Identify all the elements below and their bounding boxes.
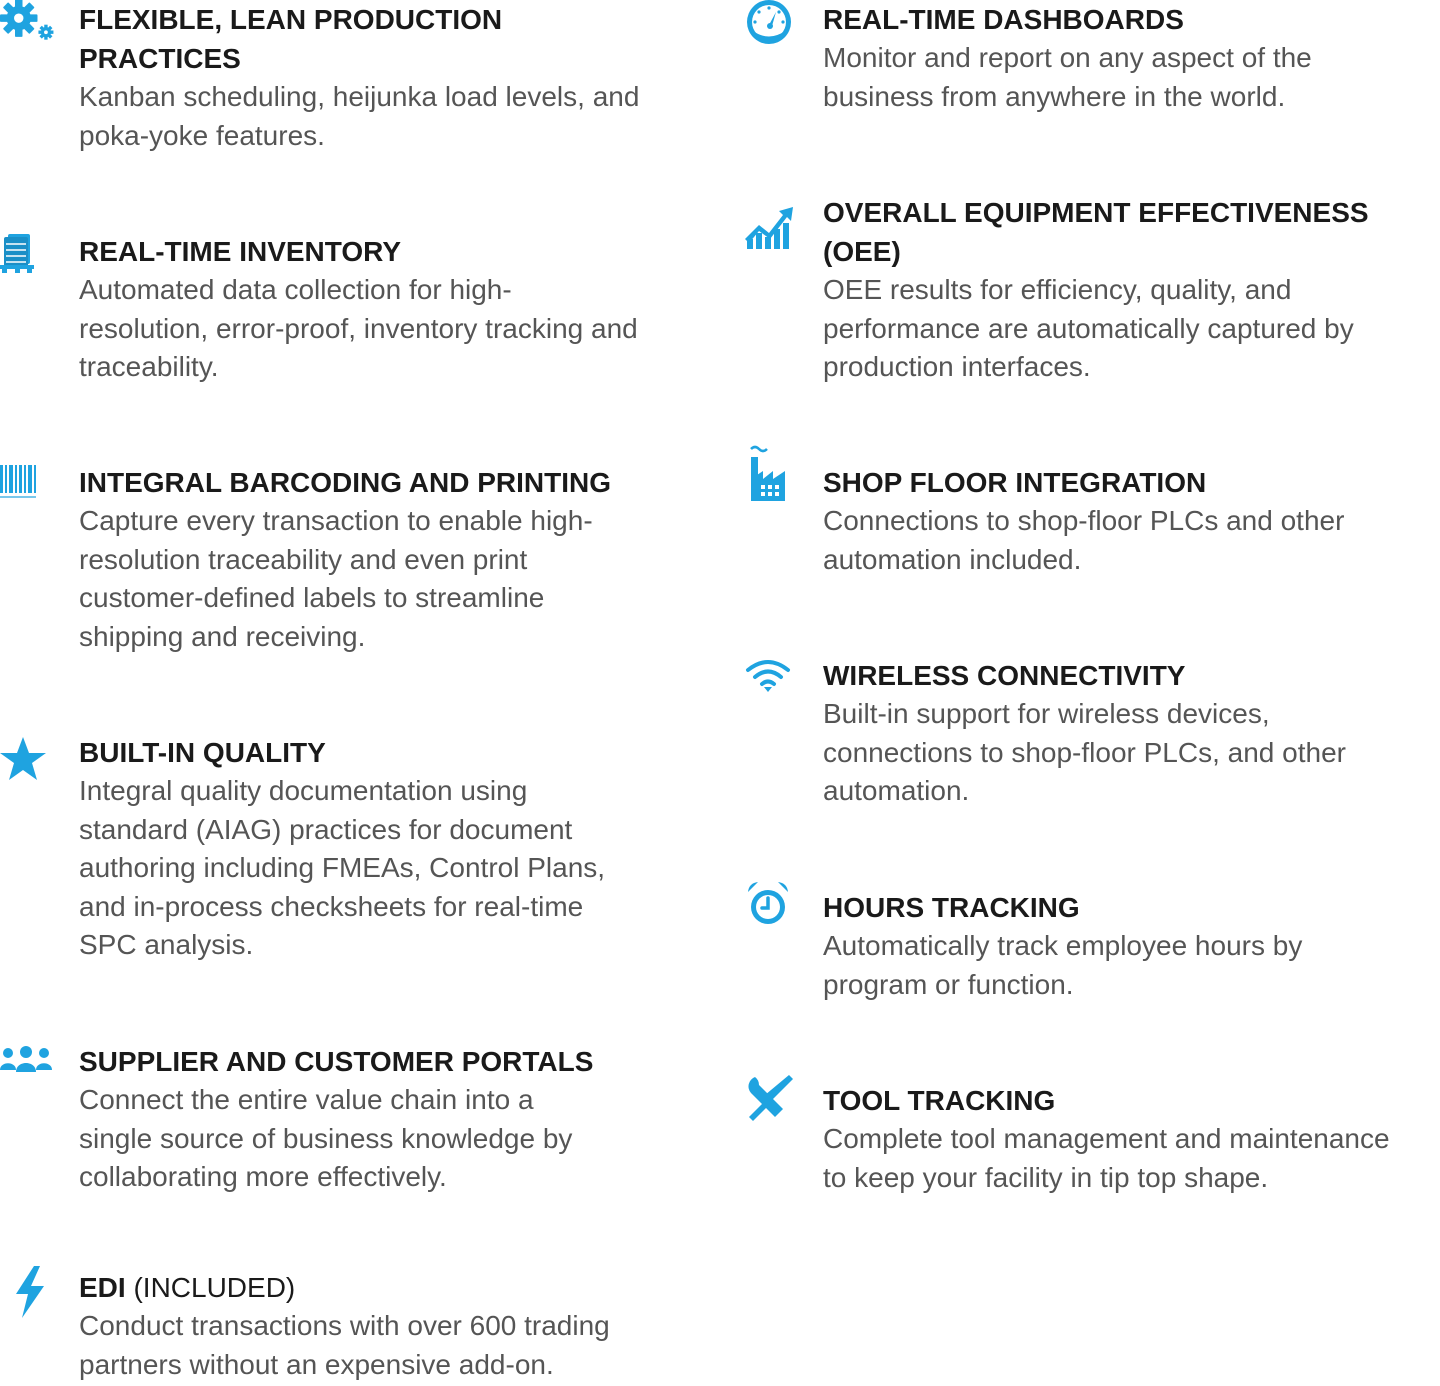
factory-icon: [745, 445, 805, 501]
feature-description: Connect the entire value chain into a si…: [79, 1084, 573, 1192]
feature-title: FLEXIBLE, LEAN PRODUCTION PRACTICES: [79, 4, 503, 74]
feature-description: Monitor and report on any aspect of the …: [823, 42, 1312, 112]
feature-title: REAL-TIME INVENTORY: [79, 236, 402, 267]
feature-description: Built-in support for wireless devices, c…: [823, 698, 1346, 806]
feature-description: OEE results for efficiency, quality, and…: [823, 274, 1354, 382]
feature-description: Complete tool management and maintenance…: [823, 1123, 1390, 1193]
tools-icon: [745, 1073, 805, 1121]
gauge-icon: [745, 0, 805, 44]
gears-icon: [0, 0, 60, 40]
alarm-clock-icon: [745, 880, 805, 924]
lightning-icon: [12, 1266, 72, 1318]
trend-chart-icon: [745, 205, 805, 249]
feature-title: EDI (INCLUDED): [79, 1272, 296, 1303]
people-icon: [0, 1046, 60, 1086]
feature-title: OVERALL EQUIPMENT EFFECTIVENESS (OEE): [823, 197, 1369, 267]
star-icon: [0, 737, 60, 780]
feature-title: INTEGRAL BARCODING AND PRINTING: [79, 467, 611, 498]
feature-description: Kanban scheduling, heijunka load levels,…: [79, 81, 640, 151]
feature-title: SUPPLIER AND CUSTOMER PORTALS: [79, 1046, 594, 1077]
barcode-icon: [0, 465, 60, 505]
feature-description: Conduct transactions with over 600 tradi…: [79, 1310, 610, 1380]
feature-description: Automated data collection for high- reso…: [79, 274, 638, 382]
wifi-icon: [745, 658, 805, 698]
inventory-pallet-icon: [0, 234, 60, 274]
feature-title: HOURS TRACKING: [823, 892, 1080, 923]
feature-description: Automatically track employee hours by pr…: [823, 930, 1303, 1000]
feature-title: TOOL TRACKING: [823, 1085, 1056, 1116]
feature-title: BUILT-IN QUALITY: [79, 737, 326, 768]
feature-description: Integral quality documentation using sta…: [79, 775, 606, 960]
feature-title: WIRELESS CONNECTIVITY: [823, 660, 1186, 691]
feature-description: Connections to shop-floor PLCs and other…: [823, 505, 1345, 575]
feature-description: Capture every transaction to enable high…: [79, 505, 593, 652]
feature-title: SHOP FLOOR INTEGRATION: [823, 467, 1207, 498]
feature-title: REAL-TIME DASHBOARDS: [823, 4, 1184, 35]
